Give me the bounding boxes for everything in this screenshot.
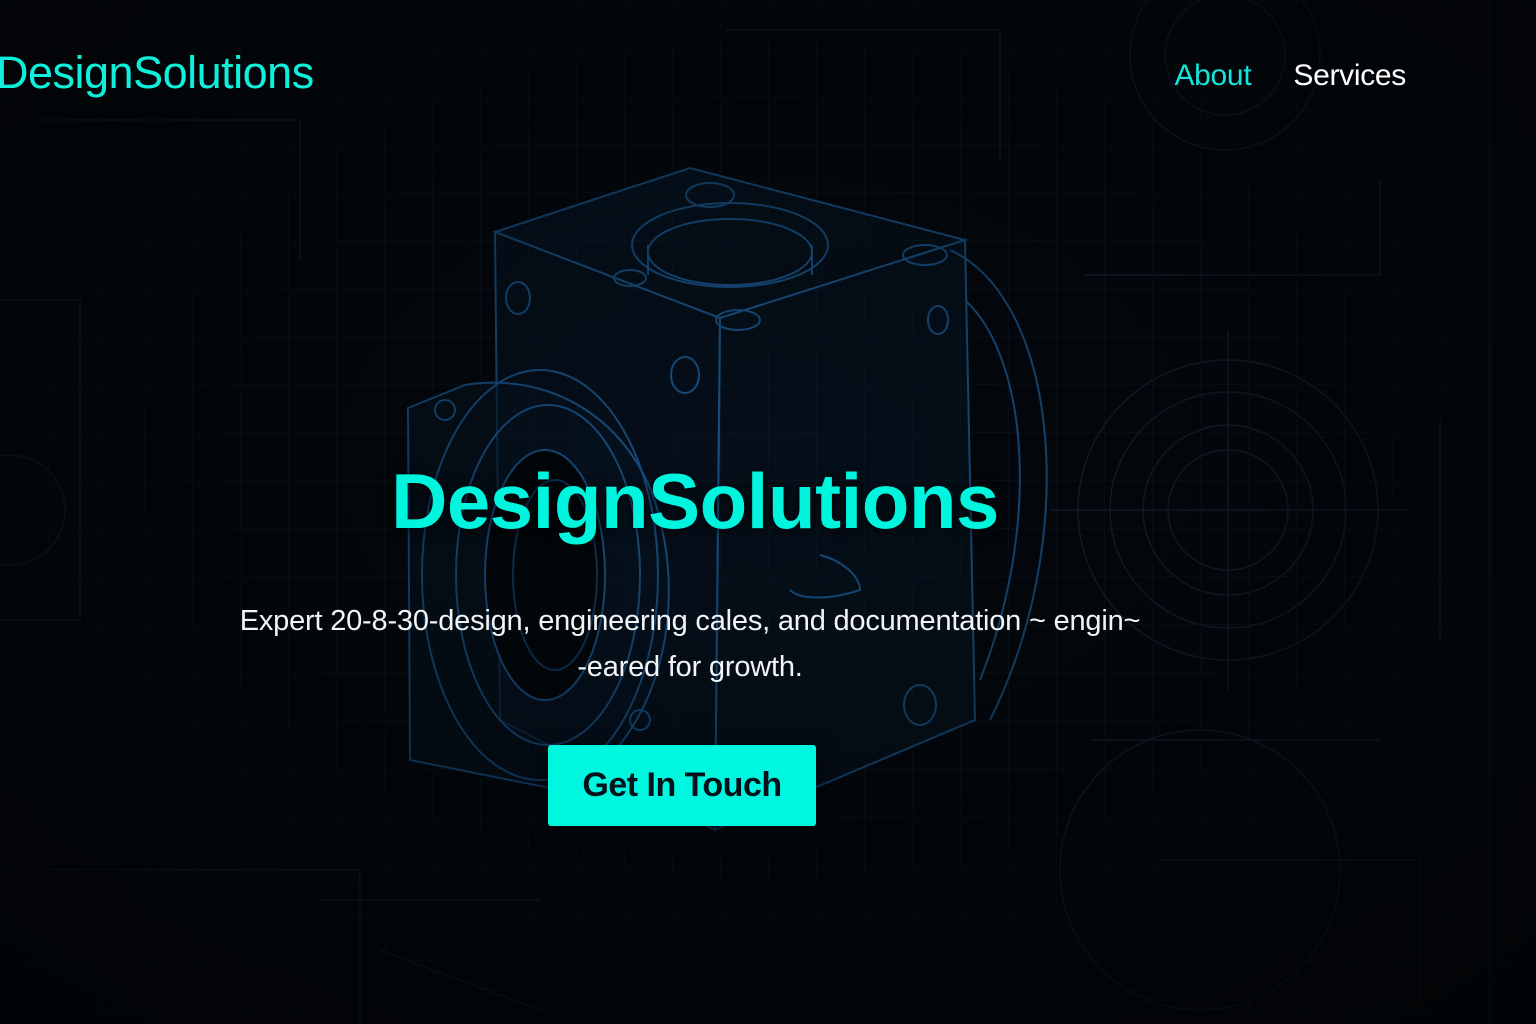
- hero-subtitle: Expert 20-8-30-design, engineering cales…: [200, 598, 1180, 690]
- hero-subtitle-line-1: Expert 20-8-30-design, engineering cales…: [239, 605, 1141, 637]
- main-nav: About Services: [1174, 58, 1406, 94]
- get-in-touch-button[interactable]: Get In Touch: [548, 745, 816, 826]
- nav-link-services[interactable]: Services: [1293, 58, 1406, 94]
- hero-title: DesignSolutions: [391, 457, 999, 545]
- site-logo[interactable]: DesignSolutions: [0, 46, 314, 100]
- nav-link-about[interactable]: About: [1174, 58, 1251, 94]
- hero-subtitle-line-2: -eared for growth.: [577, 651, 803, 683]
